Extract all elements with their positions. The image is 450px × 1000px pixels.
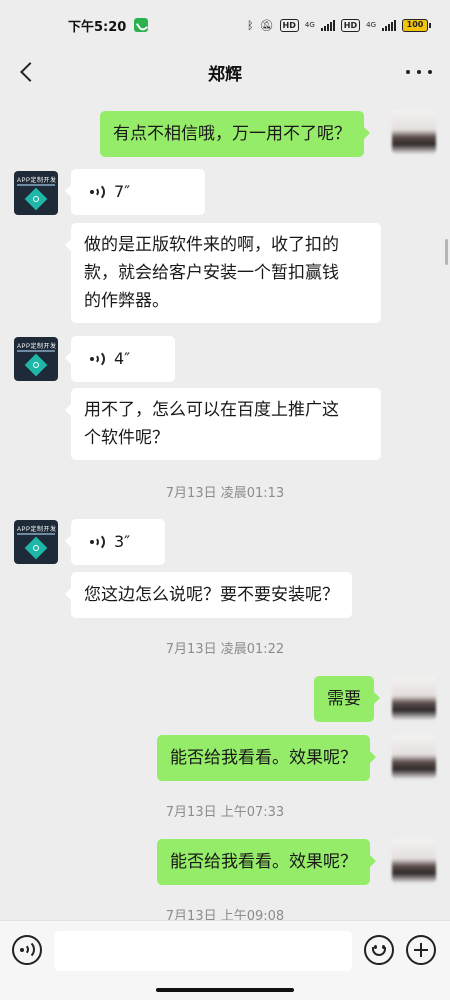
network-type-1: 4G bbox=[304, 21, 315, 29]
avatar-logo-text: APP定制开发 bbox=[17, 178, 57, 184]
voice-message[interactable]: 3″ bbox=[65, 519, 165, 565]
status-icons: ᛒ 🔕︎ HD 4G HD 4G 100 bbox=[246, 18, 431, 32]
scrollbar[interactable] bbox=[445, 239, 448, 265]
self-avatar[interactable] bbox=[392, 839, 436, 883]
bluetooth-icon: ᛒ bbox=[246, 18, 254, 32]
contact-avatar[interactable]: APP定制开发 bbox=[14, 520, 58, 564]
voice-duration: 4″ bbox=[114, 349, 131, 368]
signal-icon-2 bbox=[382, 19, 396, 31]
hd-badge-1: HD bbox=[279, 18, 299, 32]
chat-messages[interactable]: 有点不相信哦，万一用不了呢？ APP定制开发 7″ 做的是正版软件来的啊，收了扣… bbox=[0, 94, 450, 924]
message-line: 的作弊器。 bbox=[84, 291, 169, 311]
avatar-logo-text: APP定制开发 bbox=[17, 527, 57, 533]
voice-duration: 3″ bbox=[114, 532, 131, 551]
message-bubble-received[interactable]: 您这边怎么说呢？要不要安装呢？ bbox=[65, 572, 352, 618]
chat-header: 郑辉 bbox=[0, 50, 450, 94]
voice-message[interactable]: 4″ bbox=[65, 336, 175, 382]
message-line: 做的是正版软件来的啊，收了扣的 bbox=[84, 235, 339, 255]
message-line: 用不了，怎么可以在百度上推广这 bbox=[84, 400, 339, 420]
more-options-button[interactable] bbox=[406, 62, 432, 82]
back-button[interactable] bbox=[14, 58, 42, 86]
emoji-button[interactable] bbox=[364, 935, 394, 965]
contact-avatar[interactable]: APP定制开发 bbox=[14, 171, 58, 215]
avatar-logo-text: APP定制开发 bbox=[17, 344, 57, 350]
hd-badge-2: HD bbox=[340, 18, 361, 32]
self-avatar[interactable] bbox=[392, 735, 436, 779]
voice-input-button[interactable] bbox=[12, 935, 42, 965]
voice-wave-icon bbox=[88, 350, 105, 368]
battery-icon: 100 bbox=[402, 18, 431, 32]
voice-wave-icon bbox=[88, 533, 105, 551]
message-input[interactable] bbox=[54, 931, 352, 971]
message-line: 款，就会给客户安装一个暂扣赢钱 bbox=[84, 263, 339, 283]
contact-avatar[interactable]: APP定制开发 bbox=[14, 337, 58, 381]
message-bubble-sent[interactable]: 有点不相信哦，万一用不了呢？ bbox=[100, 111, 370, 157]
message-bubble-sent[interactable]: 能否给我看看。效果呢？ bbox=[157, 735, 376, 781]
message-bubble-sent[interactable]: 能否给我看看。效果呢？ bbox=[157, 839, 376, 885]
chat-title: 郑辉 bbox=[208, 64, 242, 85]
message-bubble-sent[interactable]: 需要 bbox=[314, 676, 380, 722]
timestamp: 7月13日 凌晨01:22 bbox=[165, 642, 285, 657]
network-type-2: 4G bbox=[366, 21, 376, 29]
mute-bell-icon: 🔕︎ bbox=[259, 18, 274, 32]
call-icon bbox=[134, 18, 149, 32]
more-functions-button[interactable] bbox=[406, 935, 436, 965]
signal-icon-1 bbox=[320, 19, 335, 31]
voice-duration: 7″ bbox=[114, 182, 131, 201]
voice-message[interactable]: 7″ bbox=[65, 169, 205, 215]
message-bubble-received[interactable]: 做的是正版软件来的啊，收了扣的 款，就会给客户安装一个暂扣赢钱 的作弊器。 bbox=[65, 223, 381, 323]
status-bar: 下午5:20 ᛒ 🔕︎ HD 4G HD 4G 100 bbox=[0, 0, 450, 50]
timestamp: 7月13日 凌晨01:13 bbox=[165, 486, 285, 501]
self-avatar[interactable] bbox=[392, 110, 436, 154]
timestamp: 7月13日 上午07:33 bbox=[165, 805, 285, 820]
status-time: 下午5:20 bbox=[68, 19, 127, 35]
message-bubble-received[interactable]: 用不了，怎么可以在百度上推广这 个软件呢？ bbox=[65, 388, 381, 460]
message-line: 个软件呢？ bbox=[84, 428, 169, 448]
home-indicator[interactable] bbox=[156, 988, 294, 992]
self-avatar[interactable] bbox=[392, 676, 436, 720]
voice-wave-icon bbox=[88, 183, 105, 201]
